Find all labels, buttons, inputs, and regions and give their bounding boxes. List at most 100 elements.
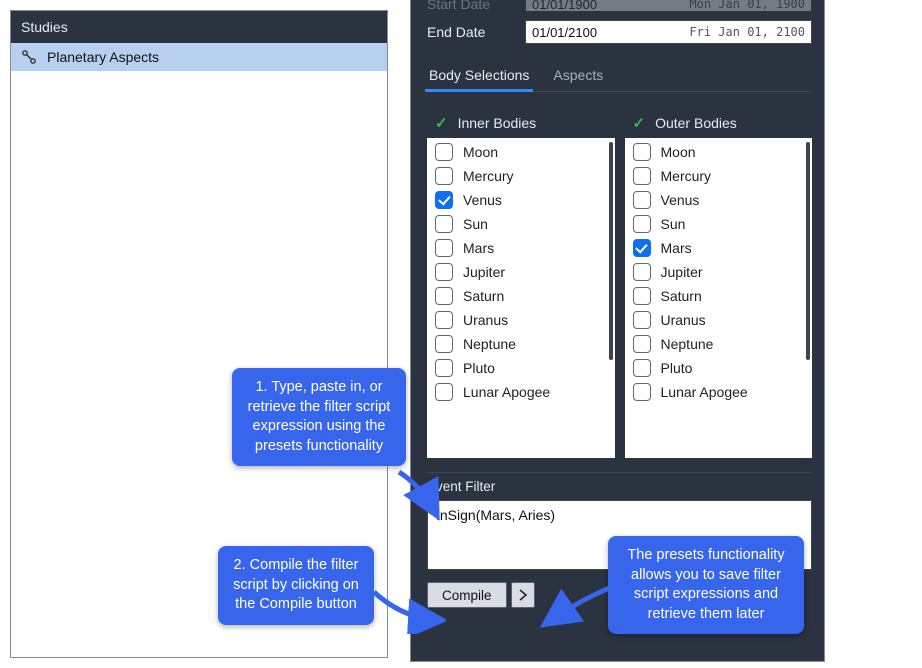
body-item-label: Neptune	[463, 336, 516, 352]
studies-title: Studies	[21, 19, 68, 35]
end-date-input[interactable]: 01/01/2100 Fri Jan 01, 2100	[525, 20, 812, 44]
start-date-label: Start Date	[427, 0, 513, 11]
body-item-label: Moon	[463, 144, 498, 160]
body-item-label: Moon	[661, 144, 696, 160]
outer-body-item[interactable]: Lunar Apogee	[625, 380, 813, 404]
body-item-label: Sun	[661, 216, 686, 232]
outer-body-item[interactable]: Jupiter	[625, 260, 813, 284]
checkbox[interactable]	[435, 311, 453, 329]
chevron-right-icon	[518, 589, 528, 601]
inner-body-item[interactable]: Mercury	[427, 164, 615, 188]
checkbox[interactable]	[633, 191, 651, 209]
inner-body-item[interactable]: Pluto	[427, 356, 615, 380]
callout-2: 2. Compile the filter script by clicking…	[218, 546, 374, 625]
checkbox[interactable]	[633, 287, 651, 305]
checkbox[interactable]	[633, 143, 651, 161]
checkbox[interactable]	[633, 239, 651, 257]
inner-body-item[interactable]: Neptune	[427, 332, 615, 356]
checkbox[interactable]	[435, 263, 453, 281]
inner-body-item[interactable]: Sun	[427, 212, 615, 236]
checkbox[interactable]	[435, 239, 453, 257]
inner-body-item[interactable]: Uranus	[427, 308, 615, 332]
inner-body-item[interactable]: Jupiter	[427, 260, 615, 284]
inner-bodies-header[interactable]: ✓ Inner Bodies	[427, 108, 615, 138]
study-row-planetary-aspects[interactable]: Planetary Aspects	[11, 43, 387, 71]
checkbox[interactable]	[435, 167, 453, 185]
inner-body-item[interactable]: Lunar Apogee	[427, 380, 615, 404]
inner-body-item[interactable]: Saturn	[427, 284, 615, 308]
studies-header: Studies	[11, 11, 387, 43]
check-icon: ✓	[435, 114, 448, 132]
outer-bodies-list: Moon Mercury Venus Sun Mars Jupiter Saturn Uran…	[625, 138, 813, 458]
body-item-label: Mercury	[463, 168, 514, 184]
body-item-label: Lunar Apogee	[661, 384, 748, 400]
start-date-day: Mon Jan 01, 1900	[689, 0, 805, 11]
body-item-label: Jupiter	[463, 264, 505, 280]
check-icon: ✓	[633, 114, 646, 132]
checkbox[interactable]	[633, 359, 651, 377]
body-item-label: Mars	[463, 240, 494, 256]
body-item-label: Pluto	[661, 360, 693, 376]
checkbox[interactable]	[633, 167, 651, 185]
scrollbar[interactable]	[609, 142, 613, 454]
body-columns: ✓ Inner Bodies Moon Mercury Venus Sun Mars Ju…	[427, 108, 812, 458]
outer-bodies-title: Outer Bodies	[655, 115, 737, 131]
scrollbar[interactable]	[806, 142, 810, 454]
app-frame: Studies Planetary Aspects Start Date 01/…	[0, 0, 922, 668]
checkbox[interactable]	[435, 359, 453, 377]
presets-dropdown-button[interactable]	[511, 582, 535, 608]
checkbox[interactable]	[435, 215, 453, 233]
body-item-label: Neptune	[661, 336, 714, 352]
inner-bodies-list: Moon Mercury Venus Sun Mars Jupiter SaturnUran…	[427, 138, 615, 458]
outer-body-item[interactable]: Saturn	[625, 284, 813, 308]
start-date-value: 01/01/1900	[532, 0, 597, 11]
body-item-label: Uranus	[661, 312, 706, 328]
outer-body-item[interactable]: Venus	[625, 188, 813, 212]
checkbox[interactable]	[435, 143, 453, 161]
compile-button[interactable]: Compile	[427, 582, 507, 608]
inner-body-item[interactable]: Mars	[427, 236, 615, 260]
tab-aspects[interactable]: Aspects	[551, 61, 605, 91]
body-item-label: Pluto	[463, 360, 495, 376]
checkbox[interactable]	[435, 383, 453, 401]
outer-body-item[interactable]: Mars	[625, 236, 813, 260]
outer-body-item[interactable]: Mercury	[625, 164, 813, 188]
event-filter-label: Event Filter	[427, 479, 812, 494]
start-date-input[interactable]: 01/01/1900 Mon Jan 01, 1900	[525, 0, 812, 11]
body-item-label: Mars	[661, 240, 692, 256]
body-item-label: Venus	[661, 192, 700, 208]
outer-body-item[interactable]: Moon	[625, 140, 813, 164]
end-date-value: 01/01/2100	[532, 25, 597, 40]
end-date-label: End Date	[427, 24, 513, 40]
inner-bodies-title: Inner Bodies	[458, 115, 537, 131]
checkbox[interactable]	[435, 191, 453, 209]
callout-1: 1. Type, paste in, or retrieve the filte…	[232, 368, 406, 466]
outer-body-item[interactable]: Uranus	[625, 308, 813, 332]
tab-body-selections[interactable]: Body Selections	[427, 61, 531, 91]
body-item-label: Jupiter	[661, 264, 703, 280]
checkbox[interactable]	[633, 383, 651, 401]
outer-body-item[interactable]: Neptune	[625, 332, 813, 356]
outer-bodies-column: ✓ Outer Bodies Moon Mercury Venus Sun Mars Ju…	[625, 108, 813, 458]
study-row-label: Planetary Aspects	[47, 49, 159, 65]
tabs: Body Selections Aspects	[427, 61, 812, 92]
end-date-day: Fri Jan 01, 2100	[689, 25, 805, 39]
checkbox[interactable]	[435, 335, 453, 353]
body-item-label: Saturn	[661, 288, 702, 304]
outer-body-item[interactable]: Sun	[625, 212, 813, 236]
outer-body-item[interactable]: Pluto	[625, 356, 813, 380]
inner-body-item[interactable]: Moon	[427, 140, 615, 164]
callout-3: The presets functionality allows you to …	[608, 536, 804, 634]
checkbox[interactable]	[435, 287, 453, 305]
outer-bodies-header[interactable]: ✓ Outer Bodies	[625, 108, 813, 138]
body-item-label: Sun	[463, 216, 488, 232]
checkbox[interactable]	[633, 215, 651, 233]
body-item-label: Mercury	[661, 168, 712, 184]
aspects-icon	[21, 49, 37, 65]
start-date-row: Start Date 01/01/1900 Mon Jan 01, 1900	[427, 0, 812, 11]
end-date-row: End Date 01/01/2100 Fri Jan 01, 2100	[427, 19, 812, 45]
checkbox[interactable]	[633, 263, 651, 281]
inner-body-item[interactable]: Venus	[427, 188, 615, 212]
checkbox[interactable]	[633, 311, 651, 329]
checkbox[interactable]	[633, 335, 651, 353]
